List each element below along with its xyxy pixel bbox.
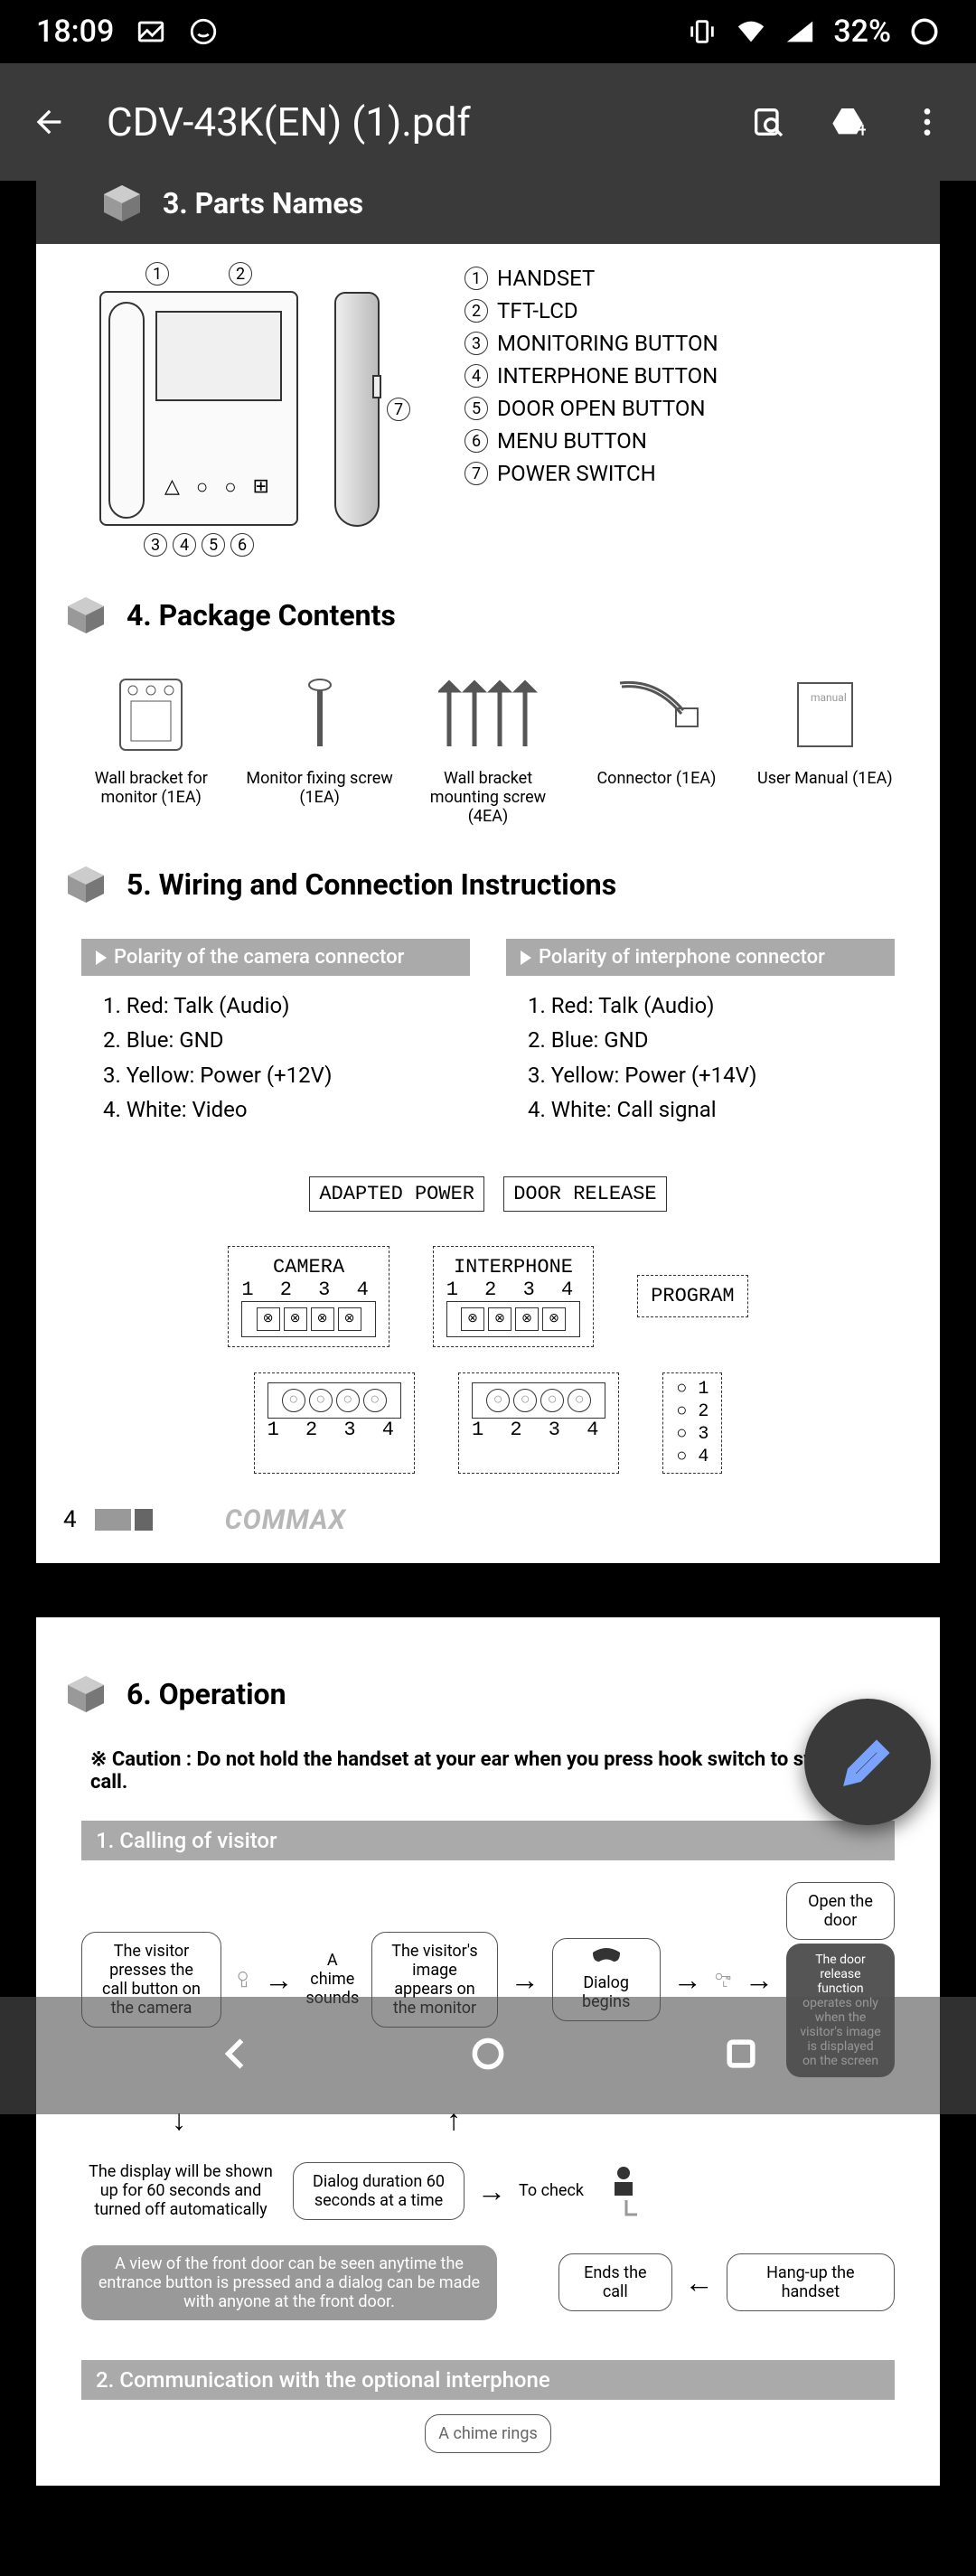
operation-sub-1: 1. Calling of visitor [81, 1821, 895, 1860]
nav-recent-button[interactable] [721, 2034, 761, 2077]
arrow-icon: → [511, 1962, 540, 1997]
document-title: CDV-43K(EN) (1).pdf [107, 98, 710, 145]
section-4-header: 4. Package Contents [63, 575, 913, 651]
parts-list: 1HANDSET 2TFT-LCD 3MONITORING BUTTON 4IN… [446, 262, 718, 557]
operation-sub-2: 2. Communication with the optional inter… [81, 2360, 895, 2400]
nav-home-button[interactable] [468, 2034, 508, 2077]
cube-icon [63, 593, 108, 638]
battery-text: 32% [833, 14, 891, 50]
arrow-icon: → [673, 1962, 702, 1997]
interphone-polarity-header: Polarity of interphone connector [506, 939, 895, 976]
more-button[interactable] [906, 100, 949, 144]
page-number: 4 [63, 1506, 77, 1533]
camera-polarity-header: Polarity of the camera connector [81, 939, 470, 976]
section-6-header: 6. Operation [63, 1653, 913, 1730]
wiring-diagram: ADAPTED POWER DOOR RELEASE CAMERA 1 2 3 … [172, 1173, 804, 1477]
back-button[interactable] [27, 100, 70, 144]
document-viewer[interactable]: 3. Parts Names 12 △○○⊞ 3456 7 [0, 181, 976, 2576]
arrow-icon: → [477, 2174, 506, 2208]
pencil-icon [840, 1735, 895, 1789]
edit-fab[interactable] [804, 1699, 931, 1825]
flow-row-4: A view of the front door can be seen any… [63, 2233, 913, 2333]
signal-icon [784, 16, 815, 47]
status-bar: 18:09 32% [0, 0, 976, 63]
app-bar: CDV-43K(EN) (1).pdf + [0, 63, 976, 181]
flow-row-3: The display will be shown up for 60 seco… [63, 2150, 913, 2233]
system-nav-bar [0, 1997, 976, 2114]
vibrate-icon [687, 16, 718, 47]
wifi-icon [736, 16, 766, 47]
find-button[interactable] [746, 100, 790, 144]
section-5-header: 5. Wiring and Connection Instructions [63, 844, 913, 921]
person-hand-icon [596, 2164, 651, 2218]
cube-icon [63, 1672, 108, 1717]
battery-icon [909, 16, 940, 47]
section-3-header: 3. Parts Names [36, 181, 940, 244]
cube-icon [63, 862, 108, 907]
arrow-left-icon: ← [685, 2265, 714, 2300]
cube-icon [99, 181, 145, 226]
drive-add-button[interactable]: + [826, 100, 869, 144]
camera-polarity-list: 1. Red: Talk (Audio) 2. Blue: GND 3. Yel… [81, 988, 470, 1128]
caution-text: ※ Caution : Do not hold the handset at y… [63, 1730, 913, 1812]
image-icon [136, 16, 166, 47]
nav-back-button[interactable] [215, 2034, 255, 2077]
device-side-diagram [334, 292, 380, 527]
arrow-icon: → [264, 1962, 293, 1997]
arrow-icon: → [745, 1962, 774, 1997]
package-contents-row: Wall bracket for monitor (1EA) Monitor f… [63, 651, 913, 844]
interphone-polarity-list: 1. Red: Talk (Audio) 2. Blue: GND 3. Yel… [506, 988, 895, 1128]
phone-icon [588, 1948, 624, 1970]
svg-text:+: + [857, 117, 866, 140]
brand-footer: COMMAX [225, 1504, 346, 1536]
clock: 18:09 [36, 14, 114, 50]
whatsapp-icon [188, 16, 219, 47]
svg-text:manual: manual [811, 691, 847, 704]
device-front-diagram: △○○⊞ [99, 291, 298, 526]
pdf-page-upper: 3. Parts Names 12 △○○⊞ 3456 7 [36, 181, 940, 1563]
